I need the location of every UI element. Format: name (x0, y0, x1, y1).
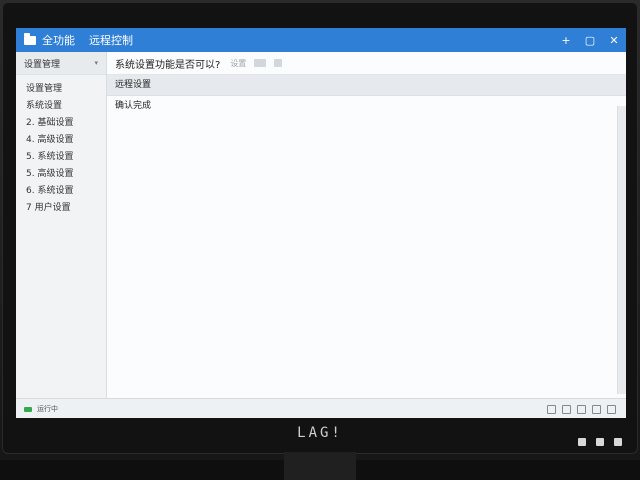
status-text: 运行中 (37, 405, 58, 413)
list-item[interactable]: 远程设置 (107, 75, 626, 96)
document-title: 远程控制 (89, 34, 133, 47)
input-icon[interactable] (614, 438, 622, 446)
monitor-buttons (578, 438, 622, 446)
window-titlebar: 全功能 远程控制 + ▢ ✕ (16, 28, 626, 52)
photo-scene: 全功能 远程控制 + ▢ ✕ 设置管理 ▾ 设置管理 系统设置 2. 基础设置 … (0, 0, 640, 480)
app-title: 全功能 (42, 34, 75, 47)
monitor-stand (284, 452, 356, 480)
folder-icon (24, 32, 36, 45)
grid-icon[interactable] (254, 59, 267, 67)
status-led-icon (24, 406, 32, 412)
status-bar: 运行中 (16, 398, 626, 418)
settings-button[interactable]: 设置 (230, 58, 246, 69)
tray-icon[interactable] (577, 404, 586, 414)
list-icon[interactable] (274, 59, 283, 67)
vertical-scrollbar[interactable] (617, 106, 626, 394)
toolbar-question: 系统设置功能是否可以? (115, 59, 221, 71)
window-controls: + ▢ ✕ (554, 28, 626, 52)
tray-icon[interactable] (562, 404, 571, 414)
list-item[interactable]: 确认完成 (107, 96, 626, 116)
tray-icon[interactable] (592, 404, 601, 414)
sidebar-item[interactable]: 5. 高级设置 (16, 166, 106, 183)
sidebar-item[interactable]: 7 用户设置 (16, 200, 106, 217)
tray-icons (547, 404, 616, 414)
tray-icon[interactable] (547, 404, 556, 414)
screen: 全功能 远程控制 + ▢ ✕ 设置管理 ▾ 设置管理 系统设置 2. 基础设置 … (16, 28, 626, 418)
monitor-bezel: 全功能 远程控制 + ▢ ✕ 设置管理 ▾ 设置管理 系统设置 2. 基础设置 … (2, 2, 638, 454)
main-panel: 系统设置功能是否可以? 设置 远程设置 确认完成 (107, 52, 626, 398)
monitor-brand-logo: LAG! (297, 425, 343, 441)
sidebar-item[interactable]: 4. 高级设置 (16, 132, 106, 149)
content-list: 远程设置 确认完成 (107, 75, 626, 116)
sidebar-item[interactable]: 6. 系统设置 (16, 183, 106, 200)
menu-icon[interactable] (596, 438, 604, 446)
sidebar-item[interactable]: 系统设置 (16, 98, 106, 115)
maximize-button[interactable]: ▢ (578, 28, 602, 52)
sidebar-item[interactable]: 设置管理 (16, 81, 106, 98)
power-icon[interactable] (578, 438, 586, 446)
sidebar-header-label: 设置管理 (24, 59, 61, 70)
minimize-button[interactable]: + (554, 28, 578, 52)
sidebar-item[interactable]: 5. 系统设置 (16, 149, 106, 166)
toolbar: 系统设置功能是否可以? 设置 (107, 52, 626, 75)
sidebar-item[interactable]: 2. 基础设置 (16, 115, 106, 132)
sidebar-list: 设置管理 系统设置 2. 基础设置 4. 高级设置 5. 系统设置 5. 高级设… (16, 81, 106, 217)
close-button[interactable]: ✕ (602, 28, 626, 52)
tray-icon[interactable] (607, 404, 616, 414)
sidebar-dropdown[interactable]: 设置管理 ▾ (16, 52, 106, 75)
sidebar: 设置管理 ▾ 设置管理 系统设置 2. 基础设置 4. 高级设置 5. 系统设置… (16, 52, 107, 398)
chevron-down-icon: ▾ (94, 59, 98, 67)
